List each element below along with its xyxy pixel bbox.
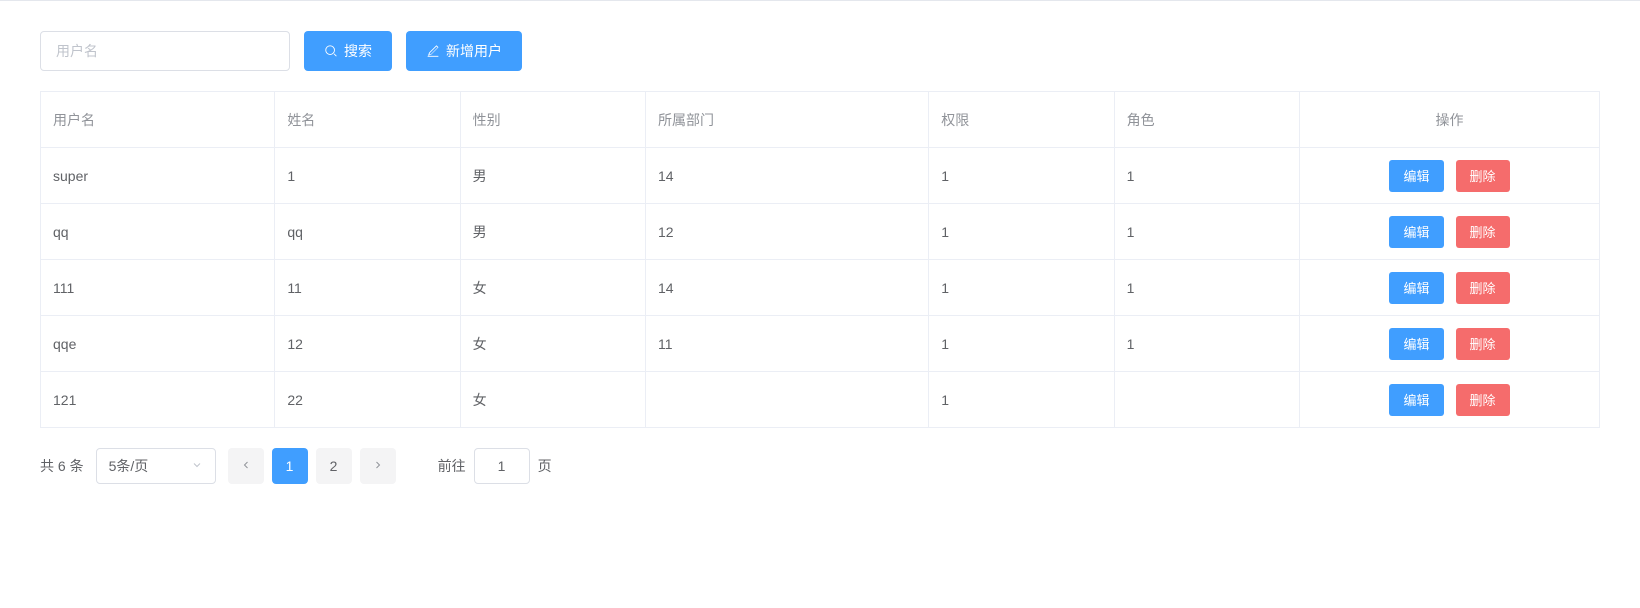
cell-username: super [41, 148, 275, 204]
col-department: 所属部门 [646, 92, 929, 148]
delete-button[interactable]: 删除 [1456, 328, 1510, 360]
cell-username: 111 [41, 260, 275, 316]
chevron-right-icon [372, 458, 384, 474]
add-user-button-label: 新增用户 [446, 41, 502, 61]
cell-gender: 男 [460, 204, 645, 260]
edit-button[interactable]: 编辑 [1389, 216, 1443, 248]
cell-department: 14 [646, 260, 929, 316]
table-row: 11111女1411编辑删除 [41, 260, 1600, 316]
cell-gender: 女 [460, 316, 645, 372]
toolbar: 搜索 新增用户 [40, 31, 1600, 71]
search-icon [324, 44, 338, 58]
cell-name: qq [275, 204, 460, 260]
page-number-button[interactable]: 2 [316, 448, 352, 484]
cell-username: qqe [41, 316, 275, 372]
table-row: qqe12女1111编辑删除 [41, 316, 1600, 372]
cell-username: qq [41, 204, 275, 260]
chevron-down-icon [191, 458, 203, 474]
edit-button[interactable]: 编辑 [1389, 384, 1443, 416]
cell-department: 14 [646, 148, 929, 204]
delete-button[interactable]: 删除 [1456, 384, 1510, 416]
total-text: 共 6 条 [40, 456, 84, 476]
cell-permission: 1 [929, 260, 1114, 316]
cell-role [1114, 372, 1299, 428]
cell-permission: 1 [929, 204, 1114, 260]
col-operation: 操作 [1300, 92, 1600, 148]
cell-permission: 1 [929, 372, 1114, 428]
cell-role: 1 [1114, 260, 1299, 316]
cell-department: 12 [646, 204, 929, 260]
cell-role: 1 [1114, 148, 1299, 204]
search-button[interactable]: 搜索 [304, 31, 392, 71]
delete-button[interactable]: 删除 [1456, 160, 1510, 192]
col-name: 姓名 [275, 92, 460, 148]
edit-icon [426, 44, 440, 58]
cell-role: 1 [1114, 316, 1299, 372]
cell-gender: 男 [460, 148, 645, 204]
next-page-button[interactable] [360, 448, 396, 484]
col-permission: 权限 [929, 92, 1114, 148]
delete-button[interactable]: 删除 [1456, 216, 1510, 248]
col-role: 角色 [1114, 92, 1299, 148]
table-row: qqqq男1211编辑删除 [41, 204, 1600, 260]
pagination: 共 6 条 5条/页 12 前往 页 [40, 448, 1600, 484]
cell-gender: 女 [460, 260, 645, 316]
cell-role: 1 [1114, 204, 1299, 260]
cell-name: 12 [275, 316, 460, 372]
cell-name: 1 [275, 148, 460, 204]
cell-department [646, 372, 929, 428]
cell-username: 121 [41, 372, 275, 428]
col-username: 用户名 [41, 92, 275, 148]
cell-permission: 1 [929, 316, 1114, 372]
cell-gender: 女 [460, 372, 645, 428]
edit-button[interactable]: 编辑 [1389, 328, 1443, 360]
cell-name: 22 [275, 372, 460, 428]
username-search-input[interactable] [40, 31, 290, 71]
page-size-label: 5条/页 [109, 456, 149, 476]
add-user-button[interactable]: 新增用户 [406, 31, 522, 71]
goto-suffix: 页 [538, 456, 552, 476]
users-table: 用户名 姓名 性别 所属部门 权限 角色 操作 super1男1411编辑删除q… [40, 91, 1600, 428]
cell-permission: 1 [929, 148, 1114, 204]
col-gender: 性别 [460, 92, 645, 148]
edit-button[interactable]: 编辑 [1389, 160, 1443, 192]
delete-button[interactable]: 删除 [1456, 272, 1510, 304]
page-size-select[interactable]: 5条/页 [96, 448, 216, 484]
prev-page-button[interactable] [228, 448, 264, 484]
table-row: super1男1411编辑删除 [41, 148, 1600, 204]
cell-name: 11 [275, 260, 460, 316]
table-row: 12122女 1 编辑删除 [41, 372, 1600, 428]
page-number-button[interactable]: 1 [272, 448, 308, 484]
search-button-label: 搜索 [344, 41, 372, 61]
goto-page-input[interactable] [474, 448, 530, 484]
chevron-left-icon [240, 458, 252, 474]
goto-prefix: 前往 [438, 456, 466, 476]
edit-button[interactable]: 编辑 [1389, 272, 1443, 304]
cell-department: 11 [646, 316, 929, 372]
